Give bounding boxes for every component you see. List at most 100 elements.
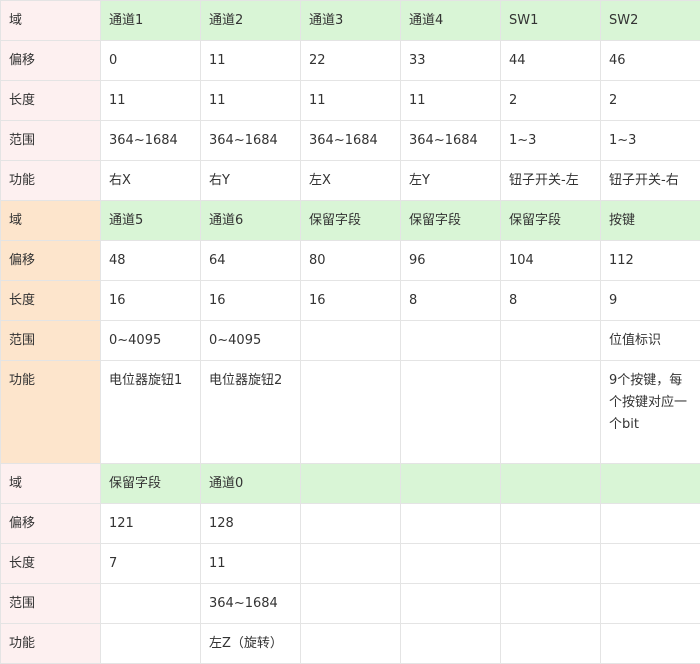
table-cell: 8 xyxy=(401,281,501,321)
table-cell: 通道3 xyxy=(301,1,401,41)
table-cell: 保留字段 xyxy=(501,201,601,241)
table-cell: 11 xyxy=(201,41,301,81)
table-row-s2-offset: 偏移 48 64 80 96 104 112 xyxy=(1,241,700,281)
table-cell: 0~4095 xyxy=(101,321,201,361)
table-row-s3-header: 域 保留字段 通道0 xyxy=(1,464,700,504)
table-cell: 按键 xyxy=(601,201,700,241)
table-cell: 保留字段 xyxy=(401,201,501,241)
channel-protocol-table: 域 通道1 通道2 通道3 通道4 SW1 SW2 偏移 0 11 22 33 … xyxy=(0,0,700,664)
table-cell: 1~3 xyxy=(501,121,601,161)
row-label-range: 范围 xyxy=(1,321,101,361)
table-row-s3-offset: 偏移 121 128 xyxy=(1,504,700,544)
table-cell: 通道2 xyxy=(201,1,301,41)
table-row-s2-function: 功能 电位器旋钮1 电位器旋钮2 9个按键，每个按键对应一个bit xyxy=(1,361,700,464)
row-label-range: 范围 xyxy=(1,121,101,161)
row-label-domain: 域 xyxy=(1,464,101,504)
table-row-s3-range: 范围 364~1684 xyxy=(1,584,700,624)
table-row-s1-function: 功能 右X 右Y 左X 左Y 钮子开关-左 钮子开关-右 xyxy=(1,161,700,201)
table-cell: 2 xyxy=(601,81,700,121)
table-cell: 位值标识 xyxy=(601,321,700,361)
table-cell xyxy=(301,624,401,664)
table-cell: 11 xyxy=(201,544,301,584)
row-label-function: 功能 xyxy=(1,161,101,201)
table-cell: 80 xyxy=(301,241,401,281)
table-cell: 右Y xyxy=(201,161,301,201)
table-cell xyxy=(501,504,601,544)
table-cell: 钮子开关-左 xyxy=(501,161,601,201)
table-cell: 16 xyxy=(101,281,201,321)
table-cell xyxy=(601,464,700,504)
table-cell xyxy=(501,624,601,664)
table-cell xyxy=(501,321,601,361)
table-cell: 通道1 xyxy=(101,1,201,41)
table-cell xyxy=(601,624,700,664)
table-row-s2-range: 范围 0~4095 0~4095 位值标识 xyxy=(1,321,700,361)
table-cell: 保留字段 xyxy=(301,201,401,241)
table-cell: 9 xyxy=(601,281,700,321)
table-cell xyxy=(401,624,501,664)
table-row-s1-header: 域 通道1 通道2 通道3 通道4 SW1 SW2 xyxy=(1,1,700,41)
table-cell: 左Y xyxy=(401,161,501,201)
table-cell: 钮子开关-右 xyxy=(601,161,700,201)
row-label-function: 功能 xyxy=(1,624,101,664)
table-cell: SW2 xyxy=(601,1,700,41)
table-cell xyxy=(301,361,401,464)
table-body: 域 通道1 通道2 通道3 通道4 SW1 SW2 偏移 0 11 22 33 … xyxy=(1,1,700,664)
row-label-offset: 偏移 xyxy=(1,241,101,281)
table-cell: 左Z（旋转） xyxy=(201,624,301,664)
table-cell: 22 xyxy=(301,41,401,81)
table-cell: 0 xyxy=(101,41,201,81)
table-row-s3-function: 功能 左Z（旋转） xyxy=(1,624,700,664)
table-cell xyxy=(501,584,601,624)
table-cell: 7 xyxy=(101,544,201,584)
table-cell xyxy=(101,624,201,664)
table-cell: 104 xyxy=(501,241,601,281)
table-cell xyxy=(601,504,700,544)
row-label-domain: 域 xyxy=(1,1,101,41)
row-label-range: 范围 xyxy=(1,584,101,624)
table-row-s1-length: 长度 11 11 11 11 2 2 xyxy=(1,81,700,121)
table-cell: 9个按键，每个按键对应一个bit xyxy=(601,361,700,464)
table-cell: 364~1684 xyxy=(201,584,301,624)
table-cell: 64 xyxy=(201,241,301,281)
table-cell: 11 xyxy=(201,81,301,121)
table-cell: 11 xyxy=(401,81,501,121)
table-cell xyxy=(301,504,401,544)
table-cell: SW1 xyxy=(501,1,601,41)
table-cell: 96 xyxy=(401,241,501,281)
table-cell xyxy=(301,584,401,624)
table-cell: 2 xyxy=(501,81,601,121)
table-cell xyxy=(401,321,501,361)
table-cell: 通道6 xyxy=(201,201,301,241)
table-row-s2-header: 域 通道5 通道6 保留字段 保留字段 保留字段 按键 xyxy=(1,201,700,241)
table-cell xyxy=(601,544,700,584)
table-cell: 128 xyxy=(201,504,301,544)
table-cell: 8 xyxy=(501,281,601,321)
table-cell: 左X xyxy=(301,161,401,201)
row-label-domain: 域 xyxy=(1,201,101,241)
table-cell: 364~1684 xyxy=(201,121,301,161)
table-cell: 44 xyxy=(501,41,601,81)
table-cell xyxy=(301,321,401,361)
table-cell: 33 xyxy=(401,41,501,81)
table-cell: 364~1684 xyxy=(401,121,501,161)
table-cell xyxy=(401,464,501,504)
table-cell xyxy=(501,544,601,584)
row-label-length: 长度 xyxy=(1,281,101,321)
table-row-s2-length: 长度 16 16 16 8 8 9 xyxy=(1,281,700,321)
table-cell: 48 xyxy=(101,241,201,281)
table-cell: 通道0 xyxy=(201,464,301,504)
table-cell xyxy=(401,361,501,464)
table-cell xyxy=(601,584,700,624)
table-cell: 16 xyxy=(301,281,401,321)
table-row-s3-length: 长度 7 11 xyxy=(1,544,700,584)
table-row-s1-range: 范围 364~1684 364~1684 364~1684 364~1684 1… xyxy=(1,121,700,161)
row-label-offset: 偏移 xyxy=(1,504,101,544)
table-cell: 16 xyxy=(201,281,301,321)
table-cell: 364~1684 xyxy=(301,121,401,161)
table-cell: 1~3 xyxy=(601,121,700,161)
table-row-s1-offset: 偏移 0 11 22 33 44 46 xyxy=(1,41,700,81)
table-cell: 通道5 xyxy=(101,201,201,241)
table-cell xyxy=(401,504,501,544)
table-cell: 11 xyxy=(101,81,201,121)
